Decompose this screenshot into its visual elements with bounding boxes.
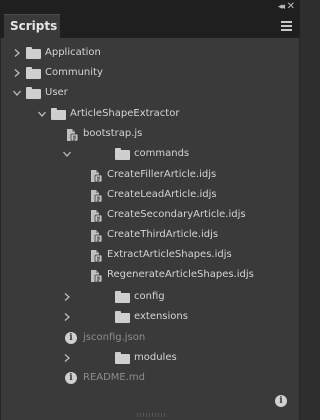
folder-icon: [115, 148, 130, 160]
tree-row[interactable]: User: [1, 84, 299, 104]
tree-item-label: modules: [134, 352, 177, 363]
tree-row[interactable]: CreateSecondaryArticle.idjs: [1, 206, 299, 226]
tree-row[interactable]: extensions: [1, 308, 299, 328]
tree-row[interactable]: ArticleShapeExtractor: [1, 105, 299, 125]
tree-item-label: Application: [45, 47, 101, 58]
tree-item-label: CreateLeadArticle.idjs: [107, 189, 217, 200]
chevron-right-icon[interactable]: [62, 312, 72, 322]
script-file-icon: [65, 127, 79, 142]
folder-icon: [51, 108, 66, 120]
script-file-icon: [89, 268, 103, 283]
chevron-right-icon[interactable]: [12, 48, 22, 58]
script-file-icon: [89, 188, 103, 203]
tree-row[interactable]: Community: [1, 64, 299, 84]
tree-row[interactable]: i README.md: [1, 369, 299, 389]
tree-item-label: User: [45, 87, 68, 98]
collapse-panel-icon[interactable]: ◂◂: [278, 0, 285, 14]
folder-icon: [115, 311, 130, 323]
tree-item-label: commands: [134, 148, 190, 159]
tree-row[interactable]: Application: [1, 44, 299, 64]
tree-row[interactable]: ExtractArticleShapes.idjs: [1, 246, 299, 266]
tree-row[interactable]: modules: [1, 349, 299, 369]
chevron-down-icon[interactable]: [37, 109, 47, 119]
tree-item-label: extensions: [134, 311, 188, 322]
chevron-down-icon[interactable]: [12, 88, 22, 98]
resize-grip[interactable]: [137, 413, 165, 417]
info-file-icon: i: [65, 332, 77, 344]
folder-icon: [115, 291, 130, 303]
tree-item-label: jsconfig.json: [83, 332, 146, 343]
tree-item-label: bootstrap.js: [83, 128, 143, 139]
panel-tab-bar: Scripts: [0, 14, 300, 38]
folder-icon: [26, 87, 41, 99]
tree-row[interactable]: bootstrap.js: [1, 125, 299, 145]
chevron-right-icon[interactable]: [62, 292, 72, 302]
tree-item-label: CreateFillerArticle.idjs: [107, 169, 217, 180]
tree-item-label: ExtractArticleShapes.idjs: [107, 249, 232, 260]
tab-scripts-label: Scripts: [10, 19, 58, 33]
panel-top-strip: ◂◂ ✕: [0, 0, 300, 14]
tree-item-label: CreateSecondaryArticle.idjs: [107, 209, 246, 220]
tree-row[interactable]: i jsconfig.json: [1, 329, 299, 349]
tree-item-label: README.md: [83, 372, 146, 383]
folder-icon: [26, 47, 41, 59]
chevron-right-icon[interactable]: [12, 68, 22, 78]
script-file-icon: [89, 208, 103, 223]
tree-row[interactable]: RegenerateArticleShapes.idjs: [1, 266, 299, 286]
tree-item-label: config: [134, 291, 165, 302]
tree-item-label: RegenerateArticleShapes.idjs: [107, 269, 254, 280]
tree-row[interactable]: CreateLeadArticle.idjs: [1, 186, 299, 206]
tree-row[interactable]: config: [1, 288, 299, 308]
tab-scripts[interactable]: Scripts: [4, 14, 60, 38]
tree-item-label: Community: [45, 67, 103, 78]
folder-icon: [115, 352, 130, 364]
script-file-icon: [89, 228, 103, 243]
tree-row[interactable]: commands: [1, 145, 299, 165]
folder-icon: [26, 67, 41, 79]
chevron-down-icon[interactable]: [62, 149, 72, 159]
info-file-icon: i: [65, 372, 77, 384]
scripts-panel: Application Community User ArticleShapeExtr…: [0, 38, 300, 420]
hamburger-menu-icon[interactable]: [281, 21, 292, 31]
tree-item-label: CreateThirdArticle.idjs: [107, 229, 219, 240]
script-file-icon: [89, 248, 103, 263]
chevron-right-icon[interactable]: [62, 353, 72, 363]
info-icon[interactable]: i: [275, 395, 287, 407]
tree-item-label: ArticleShapeExtractor: [70, 108, 180, 119]
tree-row[interactable]: CreateThirdArticle.idjs: [1, 226, 299, 246]
script-file-icon: [89, 168, 103, 183]
tree-row[interactable]: CreateFillerArticle.idjs: [1, 166, 299, 186]
close-panel-icon[interactable]: ✕: [287, 0, 295, 14]
